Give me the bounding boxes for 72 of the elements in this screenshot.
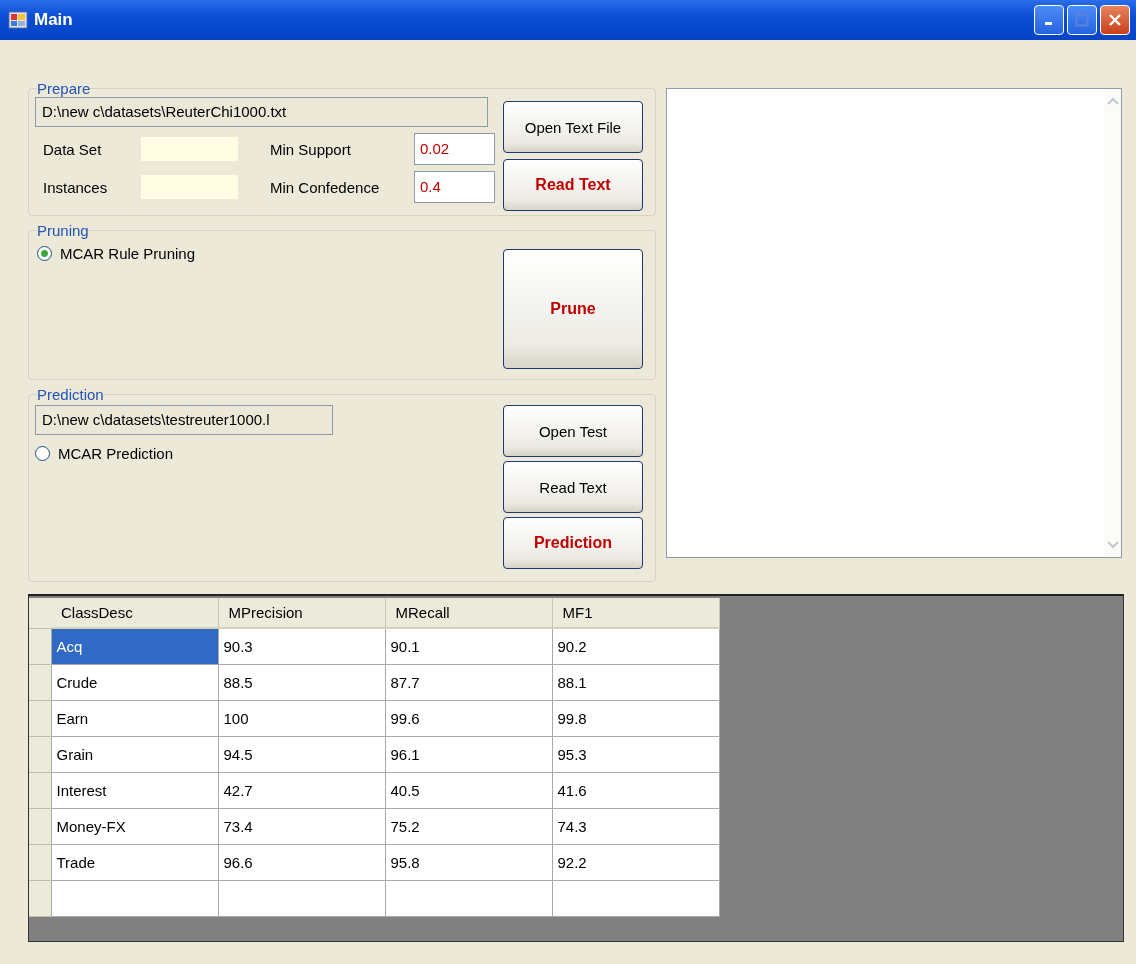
radio-label[interactable]: MCAR Rule Pruning xyxy=(60,245,196,262)
row-header[interactable] xyxy=(29,664,51,700)
table-cell: 90.3 xyxy=(218,628,385,664)
table-cell: Grain xyxy=(51,736,218,772)
table-cell: 100 xyxy=(218,700,385,736)
column-header[interactable]: ClassDesc xyxy=(51,598,218,628)
table-cell: Interest xyxy=(51,772,218,808)
prune-button[interactable]: Prune xyxy=(503,249,643,369)
scroll-down-icon[interactable] xyxy=(1106,541,1119,549)
table-cell: 96.6 xyxy=(218,844,385,880)
table-cell: Money-FX xyxy=(51,808,218,844)
minimize-button[interactable] xyxy=(1034,5,1064,35)
table-cell: 99.6 xyxy=(385,700,552,736)
maximize-button[interactable] xyxy=(1067,5,1097,35)
field-label: Data Set xyxy=(42,140,103,158)
action-button[interactable]: Open Text File xyxy=(503,101,643,153)
table-cell: 95.3 xyxy=(552,736,719,772)
table-cell: 88.1 xyxy=(552,664,719,700)
action-button[interactable]: Read Text xyxy=(503,461,643,513)
radio-label[interactable]: MCAR Prediction xyxy=(58,445,174,462)
field-label: Min Confedence xyxy=(269,178,381,196)
row-header[interactable] xyxy=(29,808,51,844)
action-button[interactable]: Open Test xyxy=(503,405,643,457)
row-header[interactable] xyxy=(29,844,51,880)
table-cell: 87.7 xyxy=(385,664,552,700)
min-confidence-field[interactable]: 0.4 xyxy=(414,171,495,203)
table-cell: 40.5 xyxy=(385,772,552,808)
table-cell: 95.8 xyxy=(385,844,552,880)
radio-button[interactable] xyxy=(35,446,50,461)
table-cell: 41.6 xyxy=(552,772,719,808)
row-header[interactable] xyxy=(29,628,51,664)
table-cell: 99.8 xyxy=(552,700,719,736)
row-header xyxy=(29,598,51,628)
field-label: Instances xyxy=(42,178,109,196)
row-header[interactable] xyxy=(29,772,51,808)
table-cell: 75.2 xyxy=(385,808,552,844)
close-button[interactable] xyxy=(1100,5,1130,35)
field-label: Min Support xyxy=(269,140,352,158)
table-cell: Crude xyxy=(51,664,218,700)
table-cell: 90.2 xyxy=(552,628,719,664)
group-title: Prediction xyxy=(37,386,104,403)
table-cell: Acq xyxy=(51,628,218,664)
scroll-bar[interactable] xyxy=(1104,89,1121,557)
action-button[interactable]: Read Text xyxy=(503,159,643,211)
radio-button[interactable] xyxy=(37,246,52,261)
column-header[interactable]: MF1 xyxy=(552,598,719,628)
table-cell: 94.5 xyxy=(218,736,385,772)
row-header[interactable] xyxy=(29,880,51,916)
min-support-field[interactable]: 0.02 xyxy=(414,133,495,165)
row-header[interactable] xyxy=(29,700,51,736)
action-button[interactable]: Prediction xyxy=(503,517,643,569)
column-header[interactable]: MPrecision xyxy=(218,598,385,628)
table-cell: Earn xyxy=(51,700,218,736)
close-icon[interactable] xyxy=(1108,13,1122,27)
group-title: Prepare xyxy=(37,80,91,97)
file-path-field[interactable]: D:\new c\datasets\testreuter1000.l xyxy=(35,405,333,435)
row-header[interactable] xyxy=(29,736,51,772)
table-cell: Trade xyxy=(51,844,218,880)
file-path-field[interactable]: D:\new c\datasets\ReuterChi1000.txt xyxy=(35,97,488,127)
output-text-area[interactable] xyxy=(666,88,1122,558)
group-title: Pruning xyxy=(37,222,89,239)
table-cell: 42.7 xyxy=(218,772,385,808)
table-cell: 92.2 xyxy=(552,844,719,880)
table-cell: 73.4 xyxy=(218,808,385,844)
window-title: Main xyxy=(34,10,73,30)
column-header[interactable]: MRecall xyxy=(385,598,552,628)
app-icon xyxy=(8,10,28,30)
table-cell: 90.1 xyxy=(385,628,552,664)
scroll-up-icon[interactable] xyxy=(1106,97,1119,105)
table-cell: 74.3 xyxy=(552,808,719,844)
table-cell: 96.1 xyxy=(385,736,552,772)
table-cell: 88.5 xyxy=(218,664,385,700)
